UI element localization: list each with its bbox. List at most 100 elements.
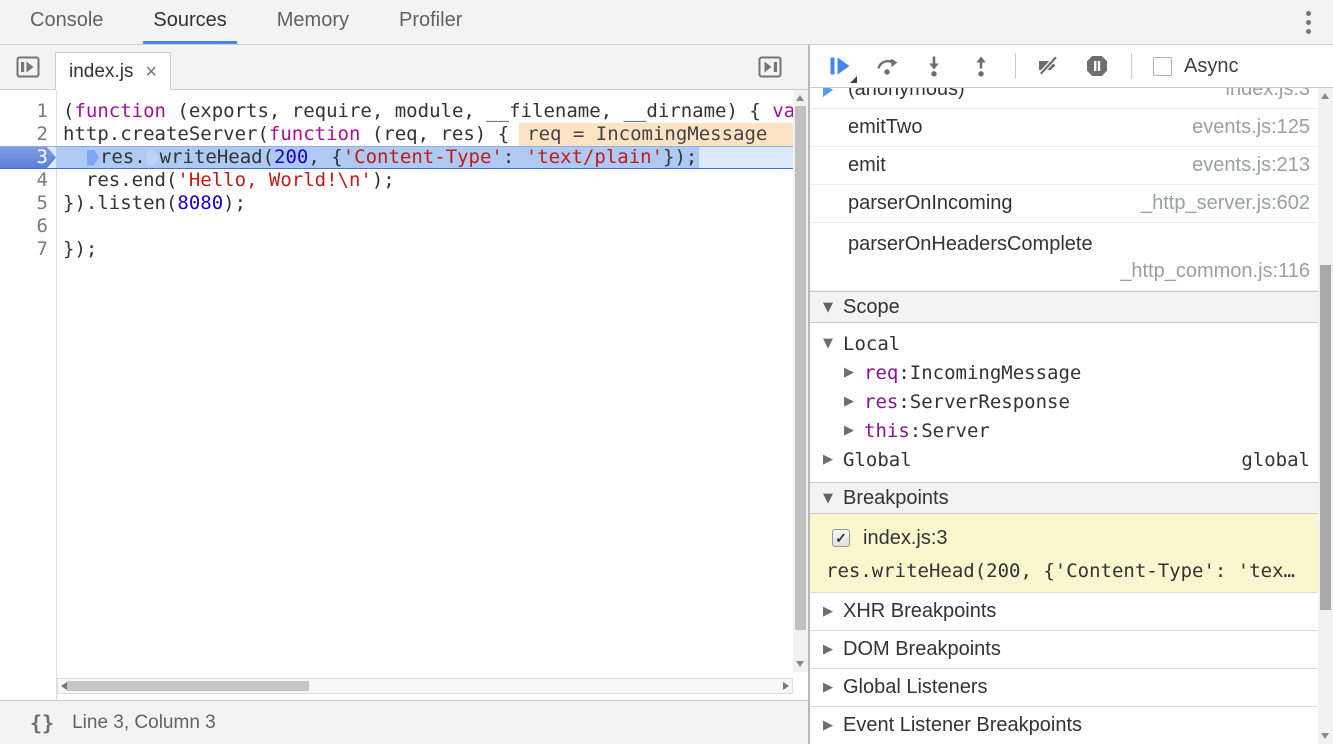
cursor-position: Line 3, Column 3 [72, 712, 216, 734]
disclosure-collapsed-icon[interactable]: ▶ [844, 394, 864, 409]
code-line-content[interactable]: }).listen(8080); [56, 192, 793, 215]
code-line-content[interactable]: http.createServer(function (req, res) {r… [56, 123, 793, 146]
code-line-content[interactable]: res.end('Hello, World!\n'); [56, 169, 793, 192]
section-event-listener-breakpoints[interactable]: ▶Event Listener Breakpoints [810, 706, 1333, 744]
callstack-frame[interactable]: parserOnHeadersComplete_http_common.js:1… [810, 223, 1333, 291]
step-into-icon[interactable] [921, 53, 947, 79]
disclosure-collapsed-icon[interactable]: ▶ [823, 604, 833, 619]
code-token: ); [223, 192, 246, 215]
pause-on-exceptions-icon[interactable] [1084, 53, 1110, 79]
scope-title: Scope [843, 296, 900, 319]
scrollbar-thumb[interactable] [795, 106, 806, 630]
disclosure-collapsed-icon[interactable]: ▶ [823, 718, 833, 733]
async-checkbox[interactable] [1153, 57, 1172, 76]
tab-sources[interactable]: Sources [143, 0, 236, 44]
step-over-icon[interactable] [874, 53, 900, 79]
variable-value: IncomingMessage [910, 362, 1082, 384]
kebab-menu-icon[interactable] [1302, 7, 1315, 38]
code-line-content[interactable]: res.writeHead(200, {'Content-Type': 'tex… [56, 147, 793, 168]
code-editor[interactable]: 1(function (exports, require, module, __… [0, 90, 808, 700]
code-token: 8080 [177, 192, 223, 215]
scope-row-global[interactable]: ▶Globalglobal [810, 445, 1333, 474]
debugger-pane-toggle-icon[interactable] [757, 54, 783, 80]
execution-line-badge[interactable]: 3 [0, 147, 56, 168]
disclosure-collapsed-icon[interactable]: ▶ [844, 365, 864, 380]
step-out-icon[interactable] [968, 53, 994, 79]
scroll-down-arrow-icon[interactable] [796, 661, 804, 667]
tab-profiler[interactable]: Profiler [389, 0, 472, 44]
disclosure-collapsed-icon[interactable]: ▶ [823, 452, 843, 467]
code-line-content[interactable]: (function (exports, require, module, __f… [56, 100, 793, 123]
line-number[interactable]: 2 [0, 123, 56, 146]
inline-variable-hint: req = IncomingMessage [519, 123, 793, 146]
code-line-4[interactable]: 4 res.end('Hello, World!\n'); [0, 169, 793, 192]
code-token: http.createServer( [63, 123, 269, 146]
breakpoint-entry[interactable]: ✓ index.js:3 res.writeHead(200, {'Conten… [810, 514, 1333, 592]
editor-vertical-scrollbar[interactable] [793, 90, 808, 672]
file-tab-label: index.js [69, 61, 133, 83]
section-xhr-breakpoints[interactable]: ▶XHR Breakpoints [810, 592, 1333, 630]
breakpoint-label: index.js:3 [863, 527, 948, 550]
section-global-listeners[interactable]: ▶Global Listeners [810, 668, 1333, 706]
code-line-7[interactable]: 7}); [0, 238, 793, 261]
check-icon: ✓ [835, 530, 847, 547]
scroll-up-arrow-icon[interactable] [1321, 93, 1329, 99]
code-line-2[interactable]: 2http.createServer(function (req, res) {… [0, 123, 793, 146]
line-number[interactable]: 7 [0, 238, 56, 261]
code-line-5[interactable]: 5}).listen(8080); [0, 192, 793, 215]
disclosure-collapsed-icon[interactable]: ▶ [823, 680, 833, 695]
scroll-down-arrow-icon[interactable] [1321, 733, 1329, 739]
callstack-frame[interactable]: emitTwoevents.js:125 [810, 109, 1333, 147]
callstack-frame[interactable]: emitevents.js:213 [810, 147, 1333, 185]
line-number[interactable]: 1 [0, 100, 56, 123]
code-token: : [503, 147, 526, 168]
disclosure-expanded-icon: ▼ [823, 300, 833, 315]
code-token: , { [308, 147, 342, 168]
debugger-toolbar: Async [810, 45, 1333, 88]
disclosure-expanded-icon[interactable]: ▼ [823, 336, 843, 351]
scope-row-req[interactable]: ▶req: IncomingMessage [810, 358, 1333, 387]
scrollbar-thumb[interactable] [1320, 265, 1331, 610]
code-token: function [269, 123, 361, 146]
line-number[interactable]: 5 [0, 192, 56, 215]
sidebar-vertical-scrollbar[interactable] [1318, 88, 1333, 744]
scroll-up-arrow-icon[interactable] [796, 95, 804, 101]
colon-separator: : [898, 362, 909, 384]
code-line-1[interactable]: 1(function (exports, require, module, __… [0, 100, 793, 123]
line-number[interactable]: 6 [0, 215, 56, 238]
frame-name: parserOnIncoming [848, 192, 1013, 215]
resume-icon[interactable] [827, 53, 853, 79]
pretty-print-icon[interactable]: {} [30, 711, 54, 735]
frame-name: emit [848, 154, 886, 177]
scope-row-local[interactable]: ▼Local [810, 329, 1333, 358]
scroll-right-arrow-icon[interactable] [783, 682, 789, 690]
scope-section-header[interactable]: ▼ Scope [810, 291, 1333, 323]
code-line-3[interactable]: 3 res.writeHead(200, {'Content-Type': 't… [0, 146, 793, 169]
disclosure-collapsed-icon[interactable]: ▶ [823, 642, 833, 657]
code-line-6[interactable]: 6 [0, 215, 793, 238]
breakpoint-sections: ▶XHR Breakpoints▶DOM Breakpoints▶Global … [810, 592, 1333, 744]
editor-horizontal-scrollbar[interactable] [57, 678, 793, 694]
close-icon[interactable]: × [145, 62, 157, 82]
breakpoints-section-header[interactable]: ▼ Breakpoints [810, 482, 1333, 514]
scrollbar-thumb[interactable] [67, 681, 309, 691]
line-number[interactable]: 4 [0, 169, 56, 192]
code-lines[interactable]: 1(function (exports, require, module, __… [0, 100, 793, 261]
breakpoint-snippet[interactable]: res.writeHead(200, {'Content-Type': 'tex… [810, 560, 1333, 582]
tab-memory[interactable]: Memory [267, 0, 359, 44]
section-dom-breakpoints[interactable]: ▶DOM Breakpoints [810, 630, 1333, 668]
scope-row-this[interactable]: ▶this: Server [810, 416, 1333, 445]
file-tab-indexjs[interactable]: index.js × [55, 52, 171, 90]
code-line-content[interactable]: }); [56, 238, 793, 261]
disclosure-collapsed-icon[interactable]: ▶ [844, 423, 864, 438]
code-line-content[interactable] [56, 215, 793, 238]
callstack-frame[interactable]: parserOnIncoming_http_server.js:602 [810, 185, 1333, 223]
breakpoint-checkbox[interactable]: ✓ [832, 529, 850, 547]
scope-row-res[interactable]: ▶res: ServerResponse [810, 387, 1333, 416]
code-token: 200 [274, 147, 308, 168]
navigator-toggle-icon[interactable] [15, 54, 41, 80]
tab-console[interactable]: Console [20, 0, 113, 44]
deactivate-breakpoints-icon[interactable] [1037, 53, 1063, 79]
code-token: writeHead( [160, 147, 274, 168]
code-token: ( [63, 100, 74, 123]
